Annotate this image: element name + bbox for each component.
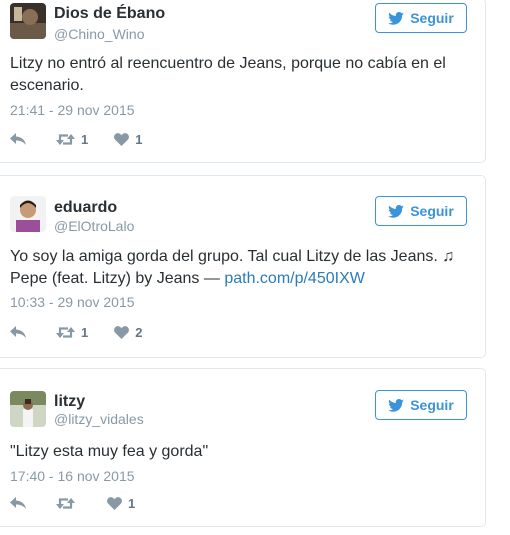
like-button[interactable]: 1 (114, 132, 142, 147)
tweet-timestamp[interactable]: 17:40 - 16 nov 2015 (10, 468, 135, 484)
display-name[interactable]: litzy (54, 393, 85, 411)
tweet-actions: 1 2 (10, 323, 142, 341)
avatar-image (10, 196, 46, 232)
tweet-body: "Litzy esta muy fea y gorda" (10, 443, 209, 460)
tweet-link[interactable]: path.com/p/450IXW (224, 270, 365, 287)
tweet-actions: 1 (10, 494, 135, 512)
avatar[interactable] (10, 196, 46, 232)
avatar[interactable] (10, 391, 46, 427)
bird-icon (388, 204, 405, 218)
heart-icon (107, 496, 122, 510)
user-handle[interactable]: @ElOtroLalo (54, 218, 134, 234)
retweet-button[interactable]: 1 (56, 325, 88, 340)
tweet-actions: 1 1 (10, 130, 142, 148)
avatar[interactable] (10, 3, 46, 39)
tweet-timestamp[interactable]: 10:33 - 29 nov 2015 (10, 294, 135, 310)
retweet-icon (56, 133, 75, 145)
follow-button[interactable]: Seguir (375, 3, 467, 33)
reply-button[interactable] (10, 496, 26, 510)
tweet-text: Litzy no entró al reencuentro de Jeans, … (10, 53, 460, 97)
bird-icon (388, 11, 405, 25)
avatar-image (10, 391, 46, 427)
heart-icon (114, 132, 130, 146)
like-count: 1 (128, 495, 136, 511)
reply-icon (10, 326, 26, 338)
like-count: 1 (135, 131, 143, 147)
tweet-card: Dios de Ébano @Chino_Wino Seguir Litzy n… (0, 0, 486, 163)
tweet-text: Yo soy la amiga gorda del grupo. Tal cua… (10, 246, 460, 290)
like-count: 2 (135, 324, 143, 340)
tweet-feed: Dios de Ébano @Chino_Wino Seguir Litzy n… (0, 0, 510, 535)
display-name[interactable]: eduardo (54, 199, 117, 217)
tweet-text: "Litzy esta muy fea y gorda" (10, 441, 460, 463)
avatar-image (10, 3, 46, 39)
follow-button[interactable]: Seguir (375, 390, 467, 420)
user-handle[interactable]: @Chino_Wino (54, 26, 144, 42)
retweet-icon (56, 326, 75, 338)
retweet-count: 1 (81, 131, 89, 147)
retweet-button[interactable] (56, 497, 81, 510)
tweet-card: litzy @litzy_vidales Seguir "Litzy esta … (0, 368, 486, 527)
retweet-icon (56, 497, 75, 509)
bird-icon (388, 398, 405, 412)
tweet-timestamp[interactable]: 21:41 - 29 nov 2015 (10, 102, 135, 118)
reply-icon (10, 133, 26, 145)
reply-icon (10, 497, 26, 509)
follow-label: Seguir (410, 203, 454, 219)
follow-button[interactable]: Seguir (375, 196, 467, 226)
user-handle[interactable]: @litzy_vidales (54, 411, 144, 427)
heart-icon (114, 325, 130, 339)
retweet-count: 1 (81, 324, 89, 340)
like-button[interactable]: 1 (107, 496, 135, 511)
retweet-button[interactable]: 1 (56, 132, 88, 147)
like-button[interactable]: 2 (114, 325, 142, 340)
display-name[interactable]: Dios de Ébano (54, 5, 165, 23)
follow-label: Seguir (410, 397, 454, 413)
tweet-body: Litzy no entró al reencuentro de Jeans, … (10, 55, 446, 94)
follow-label: Seguir (410, 10, 454, 26)
tweet-card: eduardo @ElOtroLalo Seguir Yo soy la ami… (0, 175, 486, 358)
reply-button[interactable] (10, 325, 26, 339)
reply-button[interactable] (10, 132, 26, 146)
